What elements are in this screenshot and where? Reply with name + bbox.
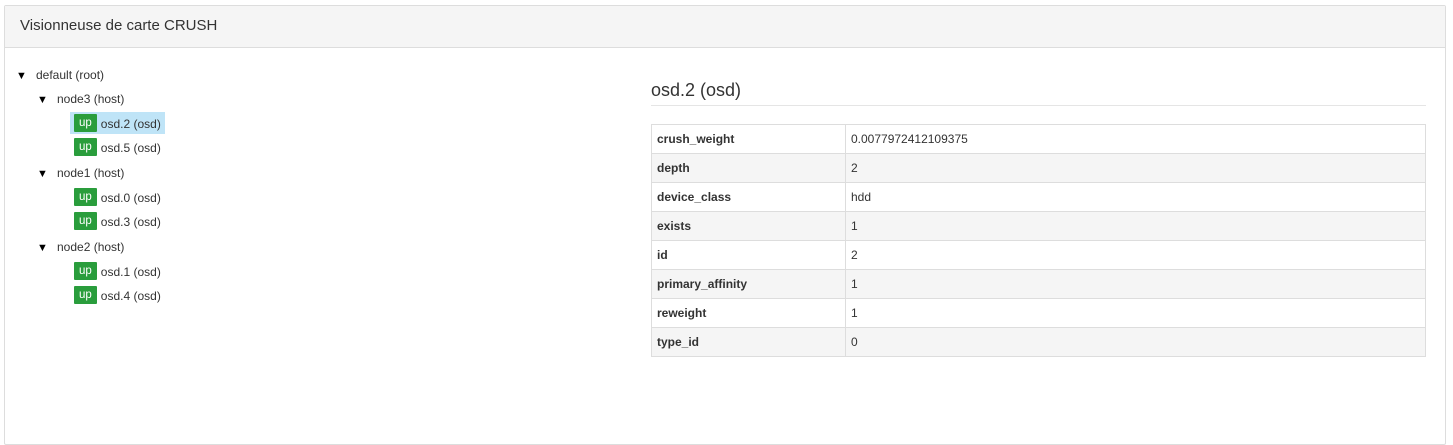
tree-leaf-label: osd.2 (osd)	[100, 116, 161, 131]
property-value: 2	[845, 153, 1426, 183]
tree-leaf-label: osd.3 (osd)	[100, 214, 161, 229]
properties-table: crush_weight 0.0077972412109375 depth 2 …	[651, 124, 1426, 357]
status-badge: up	[74, 113, 97, 132]
status-badge: up	[74, 137, 97, 156]
table-row: id 2	[651, 240, 1426, 270]
status-badge: up	[74, 211, 97, 230]
tree-leaf-label: osd.5 (osd)	[100, 140, 161, 155]
property-key: id	[651, 240, 846, 270]
panel-title: Visionneuse de carte CRUSH	[5, 6, 1445, 48]
table-row: reweight 1	[651, 298, 1426, 328]
collapse-toggle-icon[interactable]: ▼	[37, 237, 57, 259]
tree-node-host[interactable]: ▼ node1 (host)	[37, 162, 124, 184]
property-value: 1	[845, 298, 1426, 328]
tree-leaf-osd[interactable]: up osd.0 (osd)	[70, 186, 165, 208]
property-key: type_id	[651, 327, 846, 357]
collapse-toggle-icon[interactable]: ▼	[37, 89, 57, 111]
property-value: 0.0077972412109375	[845, 124, 1426, 154]
tree-node-host[interactable]: ▼ node2 (host)	[37, 236, 124, 258]
table-row: primary_affinity 1	[651, 269, 1426, 299]
property-key: exists	[651, 211, 846, 241]
property-value: hdd	[845, 182, 1426, 212]
tree-leaf-label: osd.0 (osd)	[100, 190, 161, 205]
property-key: device_class	[651, 182, 846, 212]
tree-leaf-osd[interactable]: up osd.1 (osd)	[70, 260, 165, 282]
tree-leaf-label: osd.1 (osd)	[100, 264, 161, 279]
tree-node-root[interactable]: ▼ default (root)	[16, 64, 104, 86]
status-badge: up	[74, 261, 97, 280]
tree-leaf-osd-selected[interactable]: up osd.2 (osd)	[70, 112, 165, 134]
tree-leaf-osd[interactable]: up osd.3 (osd)	[70, 210, 165, 232]
status-badge: up	[74, 285, 97, 304]
tree-node-label: default (root)	[36, 68, 105, 82]
property-value: 0	[845, 327, 1426, 357]
tree-node-host[interactable]: ▼ node3 (host)	[37, 88, 124, 110]
table-row: crush_weight 0.0077972412109375	[651, 124, 1426, 154]
property-key: reweight	[651, 298, 846, 328]
detail-title: osd.2 (osd)	[651, 80, 742, 100]
tree-node-label: node1 (host)	[57, 166, 125, 180]
tree-leaf-label: osd.4 (osd)	[100, 288, 161, 303]
collapse-toggle-icon[interactable]: ▼	[16, 65, 36, 87]
tree-leaf-osd[interactable]: up osd.5 (osd)	[70, 136, 165, 158]
property-value: 1	[845, 211, 1426, 241]
property-key: primary_affinity	[651, 269, 846, 299]
property-key: crush_weight	[651, 124, 846, 154]
status-badge: up	[74, 187, 97, 206]
tree-leaf-osd[interactable]: up osd.4 (osd)	[70, 284, 165, 306]
property-key: depth	[651, 153, 846, 183]
tree-node-label: node2 (host)	[57, 240, 125, 254]
collapse-toggle-icon[interactable]: ▼	[37, 163, 57, 185]
table-row: type_id 0	[651, 327, 1426, 357]
detail-divider	[651, 105, 1426, 106]
table-row: device_class hdd	[651, 182, 1426, 212]
table-row: exists 1	[651, 211, 1426, 241]
tree-node-label: node3 (host)	[57, 92, 125, 106]
table-row: depth 2	[651, 153, 1426, 183]
property-value: 2	[845, 240, 1426, 270]
property-value: 1	[845, 269, 1426, 299]
